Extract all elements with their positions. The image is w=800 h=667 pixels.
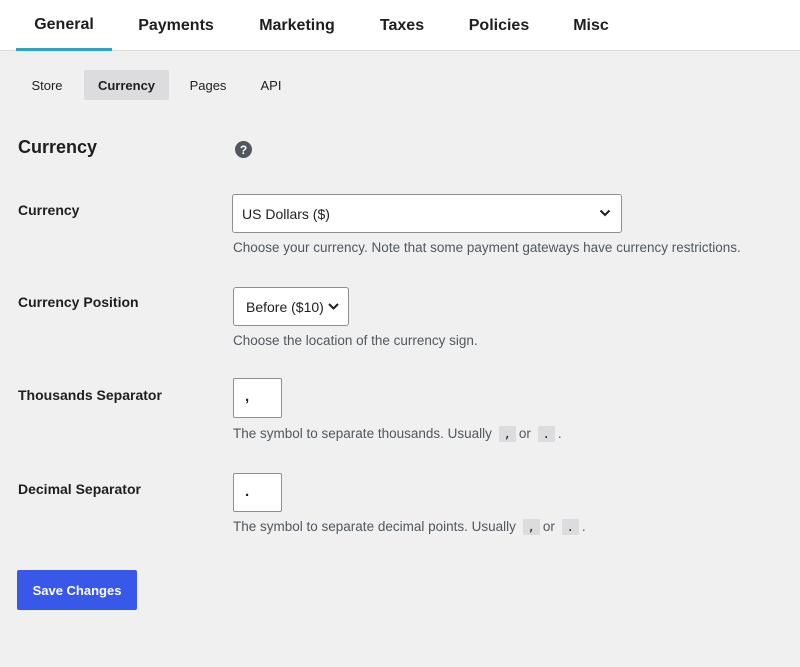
currency-position-select[interactable]: Before ($10) (233, 287, 349, 326)
decimal-separator-description: The symbol to separate decimal points. U… (233, 519, 586, 535)
tab-general[interactable]: General (16, 0, 112, 51)
thousands-separator-input[interactable]: , (233, 378, 282, 418)
chevron-down-icon (599, 209, 611, 217)
save-changes-button[interactable]: Save Changes (17, 570, 137, 610)
thousands-suffix: . (557, 426, 562, 441)
thousands-separator-description: The symbol to separate thousands. Usuall… (233, 426, 562, 442)
currency-position-value: Before ($10) (246, 298, 324, 315)
currency-position-description: Choose the location of the currency sign… (233, 333, 478, 348)
thousands-separator-label: Thousands Separator (18, 387, 162, 403)
decimal-option-comma: , (522, 519, 540, 535)
tab-misc[interactable]: Misc (562, 0, 620, 51)
decimal-separator-input[interactable]: . (233, 473, 282, 512)
tab-payments[interactable]: Payments (128, 0, 224, 51)
tab-policies[interactable]: Policies (458, 0, 540, 51)
subtab-currency[interactable]: Currency (84, 70, 169, 100)
decimal-option-period: . (561, 519, 579, 535)
subtab-api[interactable]: API (250, 70, 292, 100)
chevron-down-icon (328, 303, 339, 310)
currency-select-value: US Dollars ($) (242, 205, 330, 222)
currency-label: Currency (18, 202, 80, 218)
decimal-separator-label: Decimal Separator (18, 481, 141, 497)
currency-description: Choose your currency. Note that some pay… (233, 240, 741, 255)
decimal-suffix: . (581, 519, 586, 534)
thousands-option-period: . (537, 426, 555, 442)
decimal-joiner: or (542, 519, 555, 534)
subtab-pages[interactable]: Pages (178, 70, 238, 100)
section-title: Currency (18, 137, 98, 157)
currency-select[interactable]: US Dollars ($) (232, 194, 622, 233)
tab-taxes[interactable]: Taxes (368, 0, 436, 51)
subtab-store[interactable]: Store (18, 70, 76, 100)
top-tab-bar: General Payments Marketing Taxes Policie… (0, 0, 800, 51)
thousands-joiner: or (518, 426, 531, 441)
currency-position-label: Currency Position (18, 294, 139, 310)
thousands-description-text: The symbol to separate thousands. Usuall… (233, 426, 492, 441)
tab-marketing[interactable]: Marketing (248, 0, 346, 51)
question-circle-icon[interactable]: ? (235, 141, 252, 158)
svg-text:?: ? (240, 143, 247, 157)
thousands-option-comma: , (498, 426, 516, 442)
decimal-description-text: The symbol to separate decimal points. U… (233, 519, 516, 534)
